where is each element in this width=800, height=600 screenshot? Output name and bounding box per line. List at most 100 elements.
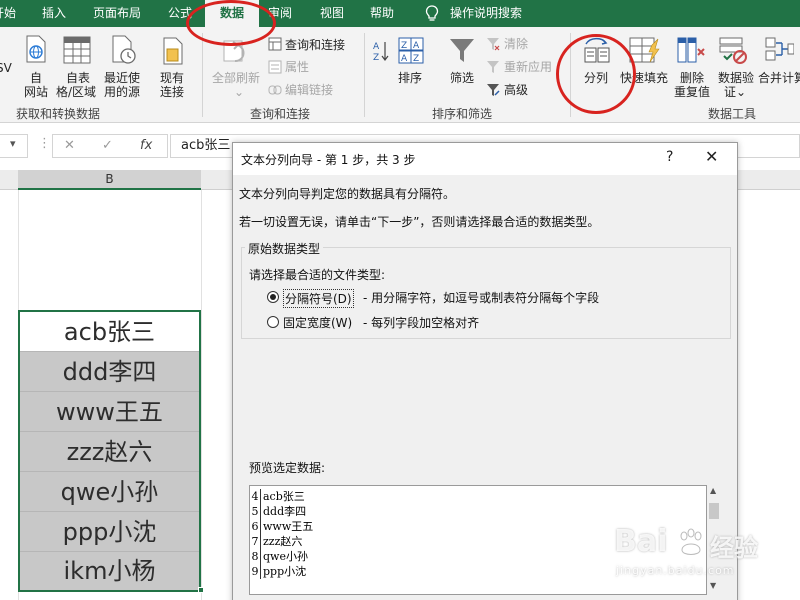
scroll-thumb[interactable] (709, 503, 719, 519)
sort-icon[interactable]: Z A A Z (398, 37, 424, 65)
clear-filter-icon[interactable] (486, 37, 500, 51)
refresh-all-dropdown[interactable]: ⌄ (234, 85, 244, 99)
remove-duplicates-label-1[interactable]: 删除 (680, 71, 704, 85)
tell-me-search[interactable]: 操作说明搜索 (450, 0, 522, 27)
cell[interactable]: qwe小孙 (20, 472, 199, 512)
consolidate-label[interactable]: 合并计算 (758, 71, 800, 85)
cell[interactable]: ikm小杨 (20, 552, 199, 590)
data-validation-icon[interactable] (718, 35, 748, 65)
fixed-width-radio[interactable] (267, 316, 279, 328)
cell[interactable]: zzz赵六 (20, 432, 199, 472)
cell[interactable]: ddd李四 (20, 352, 199, 392)
filter-icon[interactable] (448, 37, 476, 65)
delimited-label[interactable]: 分隔符号(D) (283, 289, 354, 308)
existing-connections-icon[interactable] (160, 37, 186, 67)
preview-scrollbar[interactable]: ▲ ▼ (707, 485, 721, 595)
advanced-filter-icon[interactable] (486, 83, 500, 97)
text-import-wizard-dialog: 文本分列向导 - 第 1 步，共 3 步 ? ✕ 文本分列向导判定您的数据具有分… (232, 142, 738, 600)
preview-label: 预览选定数据: (249, 461, 326, 475)
choose-type-label: 请选择最合适的文件类型: (249, 268, 386, 282)
data-validation-label-2[interactable]: 证 (724, 85, 736, 99)
preview-row: 8 qwe小孙 (251, 549, 308, 564)
chevron-down-icon[interactable]: ▾ (10, 137, 16, 150)
preview-row: 7 zzz赵六 (251, 534, 303, 549)
clear-label[interactable]: 清除 (504, 37, 528, 51)
tab-home[interactable]: 开始 (0, 0, 16, 27)
data-validation-label-1[interactable]: 数据验 (718, 71, 754, 85)
name-box[interactable]: ▾ (0, 134, 28, 158)
reapply-label[interactable]: 重新应用 (504, 60, 552, 74)
chevron-down-icon[interactable]: ⌄ (736, 85, 746, 99)
tab-insert[interactable]: 插入 (42, 0, 66, 27)
refresh-all-label[interactable]: 全部刷新 (212, 71, 260, 85)
cell[interactable]: ppp小沈 (20, 512, 199, 552)
edit-links-icon[interactable] (268, 83, 282, 97)
delimited-description: - 用分隔字符，如逗号或制表符分隔每个字段 (363, 291, 600, 305)
scroll-down-icon[interactable]: ▼ (710, 581, 716, 590)
recent-sources-label-1[interactable]: 最近使 (104, 71, 140, 85)
group-separator (202, 33, 203, 117)
scroll-up-icon[interactable]: ▲ (710, 486, 716, 495)
group-label-queries: 查询和连接 (250, 107, 311, 121)
tab-page-layout[interactable]: 页面布局 (93, 0, 141, 27)
fixed-width-label[interactable]: 固定宽度(W) (283, 314, 352, 331)
cell[interactable]: acb张三 (20, 312, 199, 352)
filter-label[interactable]: 筛选 (450, 71, 474, 85)
from-text-label-fragment[interactable]: SV (0, 61, 12, 75)
existing-connections-label-1[interactable]: 现有 (160, 71, 184, 85)
cell[interactable]: www王五 (20, 392, 199, 432)
lightbulb-icon[interactable] (425, 5, 439, 22)
advanced-label[interactable]: 高级 (504, 83, 528, 97)
gridline (201, 190, 202, 600)
from-web-label-2[interactable]: 网站 (24, 85, 48, 99)
cancel-icon[interactable]: ✕ (64, 138, 75, 153)
enter-icon[interactable]: ✓ (102, 138, 113, 153)
sort-label[interactable]: 排序 (398, 71, 422, 85)
drag-handle-icon[interactable]: ⋮ (38, 136, 51, 151)
table-icon[interactable] (62, 35, 92, 65)
queries-connections-label[interactable]: 查询和连接 (285, 38, 345, 52)
preview-row: 5 ddd李四 (251, 504, 307, 519)
reapply-icon[interactable] (486, 60, 500, 74)
svg-text:Z: Z (413, 54, 419, 64)
preview-box[interactable]: 4 acb张三 5 ddd李四 6 www王五 7 zzz赵六 8 qwe小孙 9 ppp小… (249, 485, 707, 595)
annotation-ellipse-data-tab (186, 0, 276, 46)
group-separator (364, 33, 365, 117)
help-button[interactable]: ? (666, 149, 673, 165)
sort-az-icon[interactable]: A Z (372, 39, 390, 63)
svg-text:A: A (413, 41, 420, 51)
tab-help[interactable]: 帮助 (370, 0, 394, 27)
remove-duplicates-icon[interactable] (676, 35, 706, 65)
ribbon-body: SV 自 网站 自表 格/区域 最近使 用的源 (0, 27, 800, 123)
svg-text:A: A (401, 54, 408, 64)
dialog-intro: 文本分列向导判定您的数据具有分隔符。 (239, 187, 456, 201)
fixed-width-description: - 每列字段加空格对齐 (363, 316, 480, 330)
recent-sources-label-2[interactable]: 用的源 (104, 85, 140, 99)
properties-icon[interactable] (268, 60, 282, 74)
selected-range[interactable]: acb张三 ddd李四 www王五 zzz赵六 qwe小孙 ppp小沈 ikm小… (18, 310, 201, 592)
annotation-ellipse-text-to-columns (556, 34, 636, 114)
edit-links-label[interactable]: 编辑链接 (285, 83, 333, 97)
fill-handle[interactable] (198, 587, 204, 593)
web-icon[interactable] (24, 35, 48, 63)
recent-sources-icon[interactable] (110, 35, 138, 65)
group-label-sort-filter: 排序和筛选 (432, 107, 493, 121)
tab-view[interactable]: 视图 (320, 0, 344, 27)
preview-row: 9 ppp小沈 (251, 564, 307, 579)
from-web-label-1[interactable]: 自 (30, 71, 42, 85)
insert-function-icon[interactable]: fx (140, 138, 152, 153)
existing-connections-label-2[interactable]: 连接 (160, 85, 184, 99)
column-header-b[interactable]: B (18, 170, 201, 190)
preview-row: 4 acb张三 (251, 489, 305, 504)
from-table-label-1[interactable]: 自表 (66, 71, 90, 85)
group-label-data-tools: 数据工具 (708, 107, 757, 121)
from-table-label-2[interactable]: 格/区域 (56, 85, 96, 99)
delimited-radio[interactable] (267, 291, 279, 303)
queries-connections-icon[interactable] (268, 37, 282, 51)
properties-label[interactable]: 属性 (285, 60, 309, 74)
remove-duplicates-label-2[interactable]: 重复值 (674, 85, 710, 99)
dialog-instruction: 若一切设置无误，请单击“下一步”，否则请选择最合适的数据类型。 (239, 215, 600, 229)
consolidate-icon[interactable] (764, 35, 794, 65)
close-button[interactable]: ✕ (705, 147, 718, 166)
group-label-get-transform: 获取和转换数据 (16, 107, 101, 121)
